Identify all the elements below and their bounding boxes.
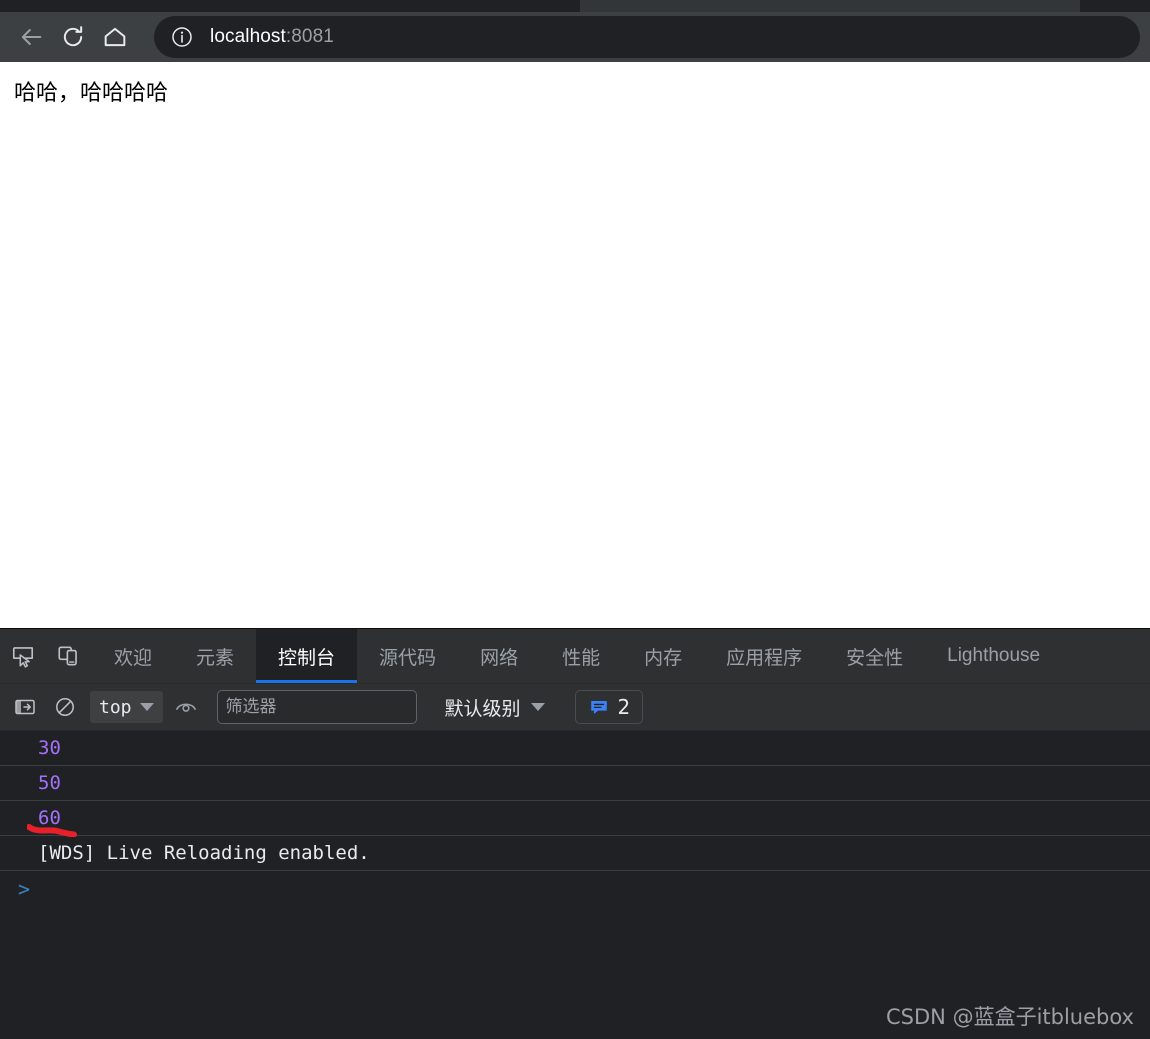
home-button[interactable] (94, 16, 136, 58)
tab-security[interactable]: 安全性 (824, 629, 925, 683)
info-circle-icon[interactable] (168, 23, 196, 51)
log-level-label: 默认级别 (444, 697, 521, 720)
console-input-prompt[interactable]: > (0, 871, 1150, 905)
tab-network[interactable]: 网络 (458, 629, 540, 683)
log-level-dropdown[interactable]: 默认级别 (439, 691, 551, 723)
tab-console[interactable]: 控制台 (256, 629, 358, 683)
device-toolbar-icon (58, 646, 77, 666)
devtools-tab-bar: 欢迎 元素 控制台 源代码 网络 性能 内存 应用程序 安全性 Lighthou… (0, 629, 1150, 684)
prompt-caret-icon: > (18, 877, 31, 901)
home-icon (104, 27, 126, 47)
tab-welcome-label: 欢迎 (114, 646, 153, 669)
page-body-text: 哈哈，哈哈哈哈 (14, 81, 169, 106)
execution-context-dropdown[interactable]: top (90, 691, 163, 723)
tab-memory[interactable]: 内存 (622, 629, 704, 683)
tab-lighthouse[interactable]: Lighthouse (925, 629, 1062, 683)
tab-network-label: 网络 (480, 646, 519, 669)
reload-icon (63, 26, 83, 47)
inspect-element-icon (12, 647, 34, 668)
tab-sources-label: 源代码 (379, 646, 437, 669)
message-count-value: 2 (617, 695, 631, 719)
watermark: CSDN @蓝盒子itbluebox (886, 1005, 1134, 1029)
console-row: 30 (0, 731, 1150, 766)
tab-welcome[interactable]: 欢迎 (92, 629, 174, 683)
clear-console-icon (56, 698, 74, 716)
execution-context-value: top (99, 696, 132, 718)
clear-console-button[interactable] (48, 692, 82, 722)
back-arrow-icon (21, 29, 42, 45)
tab-elements-label: 元素 (196, 646, 235, 669)
tab-application-label: 应用程序 (726, 646, 803, 669)
address-bar-text: localhost:8081 (210, 26, 334, 48)
device-toolbar-button[interactable] (46, 629, 92, 683)
tab-memory-label: 内存 (644, 646, 683, 669)
tab-security-label: 安全性 (846, 646, 904, 669)
back-button[interactable] (10, 16, 52, 58)
tab-console-label: 控制台 (278, 646, 336, 669)
eye-icon (175, 703, 196, 712)
page-viewport: 哈哈，哈哈哈哈 (0, 62, 1150, 628)
console-toolbar: top 默认级别 2 (0, 684, 1150, 731)
browser-tab-partial-left[interactable] (0, 0, 580, 12)
browser-tab-strip (0, 0, 1150, 12)
tab-performance[interactable]: 性能 (540, 629, 622, 683)
tab-application[interactable]: 应用程序 (704, 629, 824, 683)
address-bar[interactable]: localhost:8081 (154, 16, 1140, 58)
speech-bubble-icon (590, 701, 607, 714)
inspect-element-button[interactable] (0, 629, 46, 683)
tab-performance-label: 性能 (562, 646, 601, 669)
message-count-badge[interactable]: 2 (574, 690, 644, 724)
devtools-panel: 欢迎 元素 控制台 源代码 网络 性能 内存 应用程序 安全性 Lighthou… (0, 628, 1150, 1039)
console-row: 60 (0, 801, 1150, 836)
browser-tab-partial-right[interactable] (1080, 0, 1150, 12)
chevron-down-icon (530, 703, 545, 711)
console-output[interactable]: 30 50 60 [WDS] Live Reloading enabled. >… (0, 731, 1150, 1039)
console-sidebar-toggle-button[interactable] (8, 692, 42, 722)
address-port: :8081 (285, 26, 334, 47)
browser-toolbar: localhost:8081 (0, 12, 1150, 62)
console-row: [WDS] Live Reloading enabled. (0, 836, 1150, 871)
live-expression-button[interactable] (169, 692, 203, 722)
console-filter-input[interactable] (216, 690, 417, 724)
reload-button[interactable] (52, 16, 94, 58)
chevron-down-icon (139, 703, 154, 711)
tab-lighthouse-label: Lighthouse (947, 645, 1041, 666)
address-host: localhost (210, 26, 286, 47)
console-row: 50 (0, 766, 1150, 801)
devtools-tabs: 欢迎 元素 控制台 源代码 网络 性能 内存 应用程序 安全性 Lighthou… (92, 629, 1062, 683)
console-sidebar-icon (15, 699, 35, 715)
tab-sources[interactable]: 源代码 (357, 629, 458, 683)
tab-elements[interactable]: 元素 (174, 629, 256, 683)
